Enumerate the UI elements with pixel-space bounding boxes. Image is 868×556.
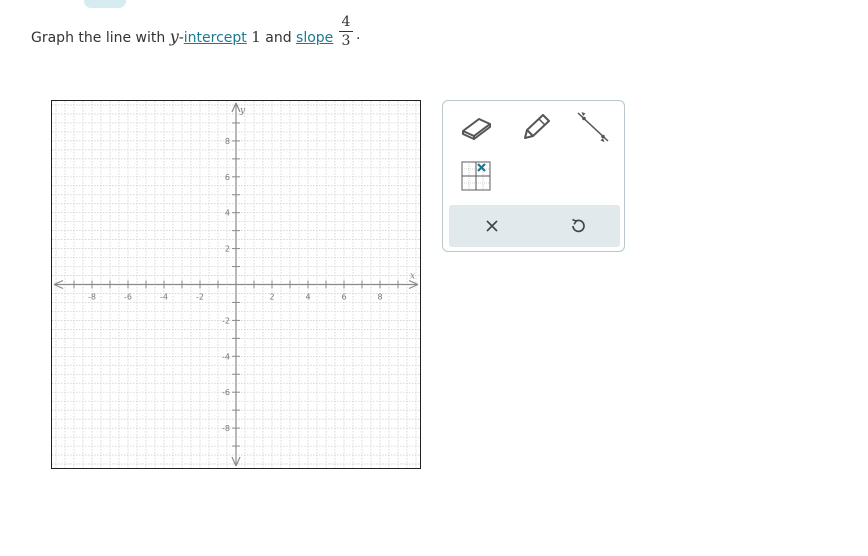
graph-canvas[interactable]: -8 -6 -4 -2 2 4 6 8 8 6 4 2 -2 -4 -6 -8 x y xyxy=(51,100,421,469)
eraser-icon xyxy=(462,118,491,140)
no-solution-tool[interactable] xyxy=(456,158,496,194)
x-tick-label: 4 xyxy=(305,293,310,302)
undo-button[interactable] xyxy=(535,205,620,247)
y-tick-label: 6 xyxy=(225,173,230,182)
fraction-bar xyxy=(339,31,353,32)
y-tick-label: -8 xyxy=(222,424,230,433)
line-segment-icon xyxy=(577,112,609,142)
pencil-tool[interactable] xyxy=(515,109,555,145)
slope-fraction: 4 3 xyxy=(336,14,356,49)
y-tick-label: -6 xyxy=(222,388,230,397)
pencil-icon xyxy=(524,114,550,139)
question-prompt: Graph the line with y-intercept 1 and sl… xyxy=(31,27,333,46)
line-tool[interactable] xyxy=(573,109,613,145)
y-tick-label: -4 xyxy=(222,352,230,361)
y-tick-label: 4 xyxy=(225,209,230,218)
clear-button[interactable] xyxy=(449,205,534,247)
x-tick-label: 8 xyxy=(377,293,382,302)
x-tick-label: -2 xyxy=(196,293,204,302)
slope-link[interactable]: slope xyxy=(296,30,333,46)
y-tick-label: 2 xyxy=(225,245,230,254)
slope-numerator: 4 xyxy=(341,14,351,30)
close-icon xyxy=(485,220,498,232)
slope-denominator: 3 xyxy=(341,33,351,49)
prompt-period: . xyxy=(356,27,361,43)
undo-icon xyxy=(571,218,585,233)
x-tick-label: 2 xyxy=(269,293,274,302)
x-tick-label: -8 xyxy=(88,293,96,302)
graph-toolbar xyxy=(442,100,625,252)
action-bar xyxy=(449,205,620,247)
prompt-and: and xyxy=(260,30,297,46)
y-axis-label: y xyxy=(239,106,246,116)
eraser-tool[interactable] xyxy=(456,109,496,145)
previous-tab-handle[interactable] xyxy=(84,0,126,8)
intercept-value: 1 xyxy=(251,28,261,46)
x-tick-label: 6 xyxy=(341,293,346,302)
no-solution-grid-icon xyxy=(461,161,491,191)
y-tick-label: -2 xyxy=(222,316,230,325)
x-tick-label: -6 xyxy=(124,293,132,302)
y-variable: y xyxy=(169,27,179,46)
x-axis-label: x xyxy=(410,272,415,282)
x-tick-label: -4 xyxy=(160,293,168,302)
intercept-link[interactable]: intercept xyxy=(184,30,247,46)
coordinate-plane[interactable]: -8 -6 -4 -2 2 4 6 8 8 6 4 2 -2 -4 -6 -8 x y xyxy=(52,101,420,468)
prompt-lead: Graph the line with xyxy=(31,30,170,46)
y-tick-label: 8 xyxy=(225,137,230,146)
